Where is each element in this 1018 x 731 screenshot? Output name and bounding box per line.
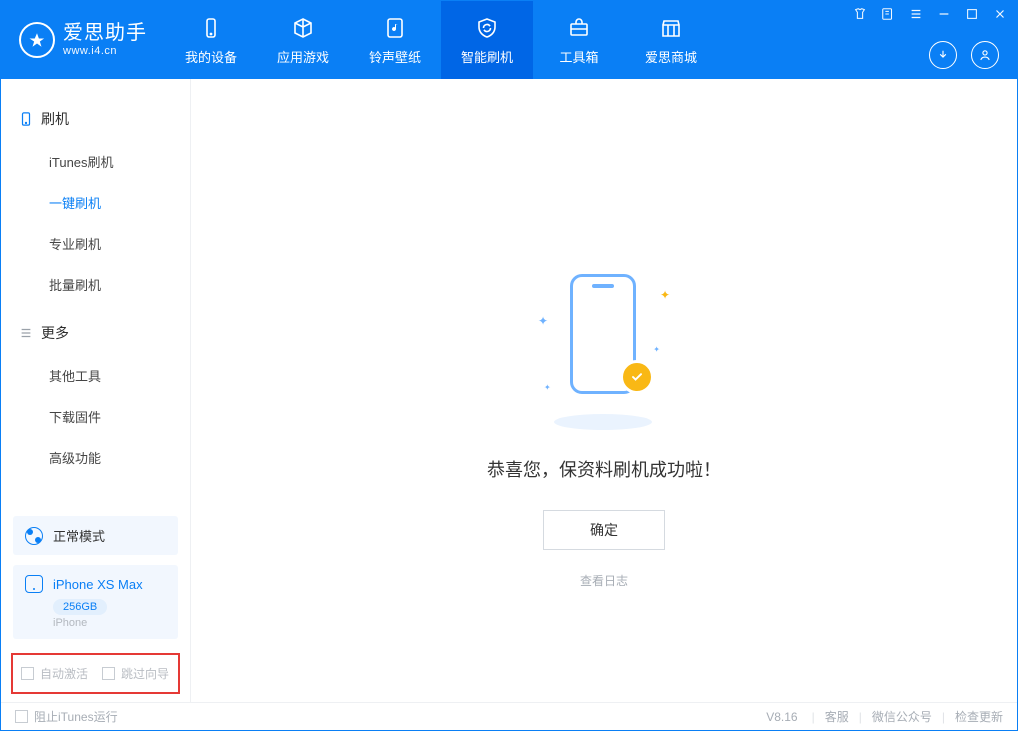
sidebar-item-advanced[interactable]: 高级功能 (1, 437, 190, 478)
app-subtitle: www.i4.cn (63, 45, 147, 58)
device-capacity: 256GB (53, 599, 107, 615)
checkbox-block-itunes[interactable]: 阻止iTunes运行 (15, 708, 118, 725)
tab-label: 工具箱 (559, 47, 598, 66)
menu-icon[interactable] (907, 5, 925, 23)
sidebar-section-title: 更多 (41, 323, 69, 343)
device-info-row[interactable]: iPhone XS Max 256GB iPhone (13, 565, 178, 639)
version-label: V8.16 (766, 710, 797, 724)
toolbox-icon (566, 15, 592, 41)
cube-icon (290, 15, 316, 41)
checkmark-badge-icon (620, 360, 654, 394)
checkbox-label: 跳过向导 (121, 665, 169, 682)
mode-icon (25, 527, 43, 545)
shield-refresh-icon (474, 15, 500, 41)
logo-area: 爱思助手 www.i4.cn (1, 1, 165, 79)
tab-store[interactable]: 爱思商城 (625, 1, 717, 79)
footer-link-wechat[interactable]: 微信公众号 (872, 708, 932, 725)
checkbox-label: 阻止iTunes运行 (34, 708, 118, 725)
success-illustration: ✦ ✦ ✦ ✦ (544, 274, 664, 424)
device-icon (198, 15, 224, 41)
app-header: 爱思助手 www.i4.cn 我的设备 应用游戏 铃声壁纸 智能刷机 工具箱 爱… (1, 1, 1017, 79)
app-logo-icon (19, 22, 55, 58)
app-title: 爱思助手 (63, 22, 147, 45)
minimize-button[interactable] (935, 5, 953, 23)
device-mode-row[interactable]: 正常模式 (13, 516, 178, 555)
checkbox-auto-activate[interactable]: 自动激活 (21, 665, 88, 682)
sparkle-icon: ✦ (660, 288, 670, 302)
sidebar-item-oneclick-flash[interactable]: 一键刷机 (1, 182, 190, 223)
music-note-icon (382, 15, 408, 41)
view-log-link[interactable]: 查看日志 (580, 572, 628, 589)
footer-link-update[interactable]: 检查更新 (955, 708, 1003, 725)
success-panel: ✦ ✦ ✦ ✦ 恭喜您，保资料刷机成功啦！ 确定 查看日志 (191, 274, 1017, 589)
footer-link-service[interactable]: 客服 (825, 708, 849, 725)
sidebar-section-flash: 刷机 (1, 101, 190, 137)
store-icon (658, 15, 684, 41)
device-panel: 正常模式 iPhone XS Max 256GB iPhone (13, 516, 178, 639)
sidebar-item-batch-flash[interactable]: 批量刷机 (1, 264, 190, 305)
sidebar-item-pro-flash[interactable]: 专业刷机 (1, 223, 190, 264)
sidebar-section-title: 刷机 (41, 109, 69, 129)
device-type: iPhone (53, 617, 166, 629)
tab-label: 应用游戏 (277, 47, 329, 66)
user-account-button[interactable] (971, 41, 999, 69)
phone-icon (19, 112, 33, 126)
tab-label: 铃声壁纸 (369, 47, 421, 66)
logo-text: 爱思助手 www.i4.cn (63, 22, 147, 58)
tab-label: 智能刷机 (461, 47, 513, 66)
ok-button[interactable]: 确定 (543, 510, 665, 550)
tab-toolbox[interactable]: 工具箱 (533, 1, 625, 79)
sidebar-item-other-tools[interactable]: 其他工具 (1, 355, 190, 396)
checkbox-label: 自动激活 (40, 665, 88, 682)
option-checkbox-row: 自动激活 跳过向导 (11, 653, 180, 694)
tab-ringtones-wallpaper[interactable]: 铃声壁纸 (349, 1, 441, 79)
sidebar-section-more: 更多 (1, 315, 190, 351)
tab-my-device[interactable]: 我的设备 (165, 1, 257, 79)
tab-label: 爱思商城 (645, 47, 697, 66)
download-button[interactable] (929, 41, 957, 69)
sparkle-icon: ✦ (538, 314, 548, 328)
tab-smart-flash[interactable]: 智能刷机 (441, 1, 533, 79)
checkbox-skip-guide[interactable]: 跳过向导 (102, 665, 169, 682)
header-action-circles (929, 41, 999, 69)
sidebar: 刷机 iTunes刷机 一键刷机 专业刷机 批量刷机 更多 其他工具 下载固件 … (1, 79, 191, 702)
sidebar-item-download-firmware[interactable]: 下载固件 (1, 396, 190, 437)
main-tabs: 我的设备 应用游戏 铃声壁纸 智能刷机 工具箱 爱思商城 (165, 1, 717, 79)
tab-apps-games[interactable]: 应用游戏 (257, 1, 349, 79)
feedback-icon[interactable] (879, 5, 897, 23)
maximize-button[interactable] (963, 5, 981, 23)
status-bar: 阻止iTunes运行 V8.16 | 客服 | 微信公众号 | 检查更新 (1, 702, 1017, 730)
sidebar-item-itunes-flash[interactable]: iTunes刷机 (1, 141, 190, 182)
sparkle-icon: ✦ (653, 345, 660, 354)
tshirt-icon[interactable] (851, 5, 869, 23)
sparkle-icon: ✦ (544, 383, 551, 392)
device-phone-icon (25, 575, 43, 593)
success-message: 恭喜您，保资料刷机成功啦！ (487, 456, 721, 482)
device-name: iPhone XS Max (53, 577, 143, 592)
list-icon (19, 326, 33, 340)
window-controls (851, 5, 1009, 23)
tab-label: 我的设备 (185, 47, 237, 66)
close-button[interactable] (991, 5, 1009, 23)
device-mode-label: 正常模式 (53, 526, 105, 545)
main-content: ✦ ✦ ✦ ✦ 恭喜您，保资料刷机成功啦！ 确定 查看日志 (191, 79, 1017, 702)
